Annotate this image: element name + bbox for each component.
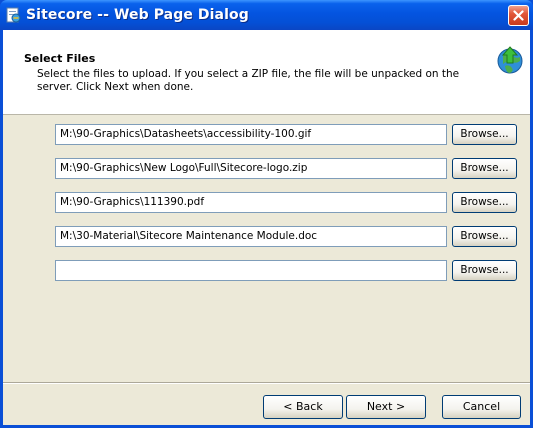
file-path-input[interactable]: M:\90-Graphics\111390.pdf [55,192,447,213]
wizard-header: Select Files Select the files to upload.… [3,30,530,115]
title-bar[interactable]: Sitecore -- Web Page Dialog [0,0,533,30]
file-row: Browse... [55,260,527,282]
close-icon [513,10,524,21]
browse-button[interactable]: Browse... [452,260,517,281]
ie-page-icon [6,7,21,23]
file-path-input[interactable]: M:\90-Graphics\Datasheets\accessibility-… [55,124,447,145]
globe-upload-icon [497,46,523,74]
browse-button[interactable]: Browse... [452,192,517,213]
page-title: Select Files [24,52,96,65]
footer-divider [3,382,530,384]
dialog-window: Sitecore -- Web Page Dialog Select Files… [0,0,533,428]
close-button[interactable] [508,5,529,26]
file-row: M:\30-Material\Sitecore Maintenance Modu… [55,226,527,248]
file-row: M:\90-Graphics\111390.pdf Browse... [55,192,527,214]
file-row: M:\90-Graphics\New Logo\Full\Sitecore-lo… [55,158,527,180]
next-button[interactable]: Next > [346,395,426,419]
browse-button[interactable]: Browse... [452,158,517,179]
dialog-body: Select Files Select the files to upload.… [3,30,530,425]
file-path-input[interactable]: M:\90-Graphics\New Logo\Full\Sitecore-lo… [55,158,447,179]
browse-button[interactable]: Browse... [452,226,517,247]
file-path-input[interactable] [55,260,447,281]
window-title: Sitecore -- Web Page Dialog [26,7,249,23]
browse-button[interactable]: Browse... [452,124,517,145]
file-row: M:\90-Graphics\Datasheets\accessibility-… [55,124,527,146]
page-description: Select the files to upload. If you selec… [37,68,460,93]
back-button[interactable]: < Back [263,395,343,419]
file-path-input[interactable]: M:\30-Material\Sitecore Maintenance Modu… [55,226,447,247]
cancel-button[interactable]: Cancel [442,395,521,419]
